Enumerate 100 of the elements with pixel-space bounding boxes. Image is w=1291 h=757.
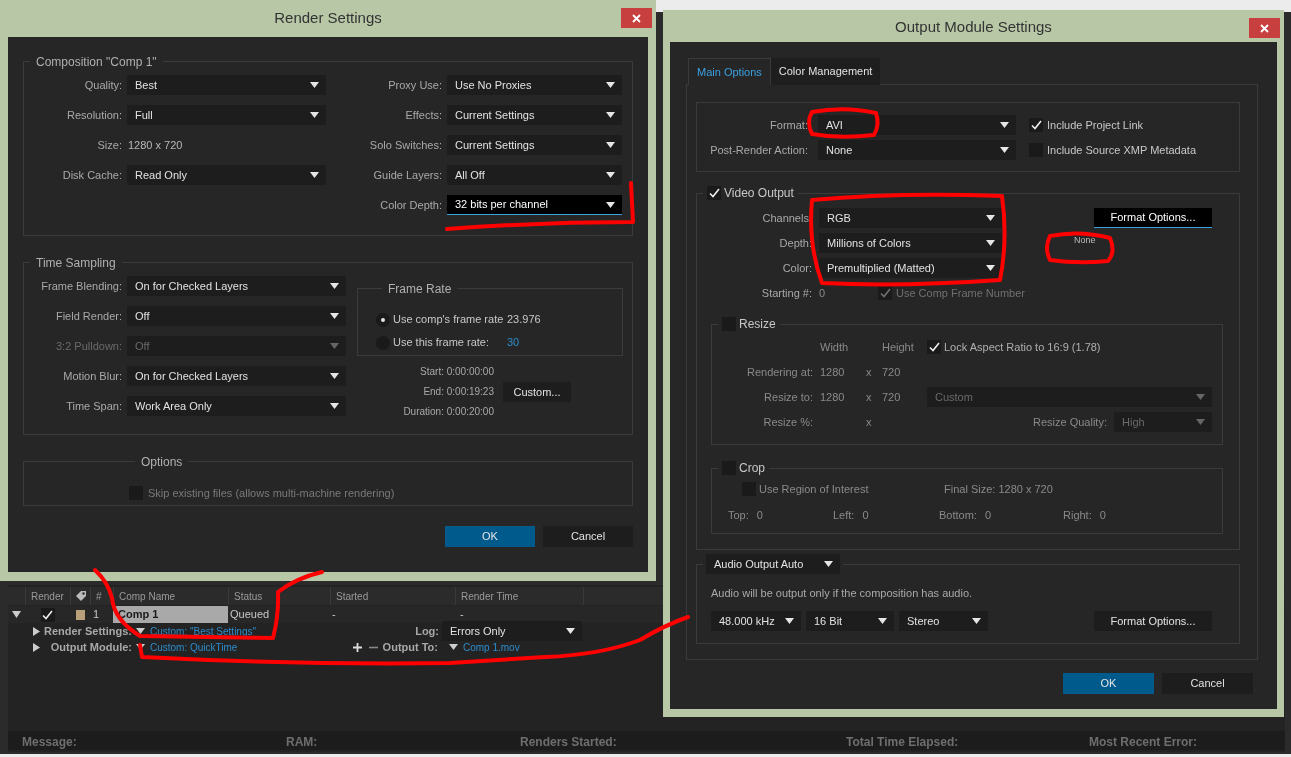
ok-button[interactable]: OK [445,526,535,547]
caret-icon [1196,419,1205,425]
dropdown[interactable]: 32 bits per channel [447,195,622,215]
dropdown[interactable]: Current Settings [447,135,622,155]
close-button[interactable] [621,8,652,28]
caret-icon [986,240,995,246]
field-label: 3:2 Pulldown: [54,338,122,354]
dropdown[interactable]: On for Checked Layers [127,276,346,296]
plus-icon[interactable] [352,641,363,653]
field-label: Post-Render Action: [709,142,808,158]
disclosure-triangle[interactable] [33,642,40,652]
field-label: Output Module: [49,639,132,655]
checkbox[interactable] [40,607,55,622]
field-value: 23.976 [507,312,541,328]
link[interactable]: Custom: "Best Settings" [150,623,402,639]
field-value: x [866,364,873,380]
dropdown[interactable]: 16 Bit [806,611,894,631]
dropdown[interactable]: None [818,140,1016,160]
caret-icon [330,373,339,379]
checkbox[interactable] [1029,118,1043,132]
caret-icon [606,201,615,208]
status-label: Message: [22,734,77,749]
dropdown[interactable]: Audio Output Auto [706,554,840,574]
dropdown[interactable]: Errors Only [442,621,582,641]
dropdown[interactable]: Use No Proxies [447,75,622,95]
caret-icon [986,215,995,221]
column-header[interactable]: Status [228,587,330,605]
custom-button[interactable]: Custom... [503,382,571,402]
field-label: Rendering at: [745,364,814,380]
field-label: Use this frame rate: [393,335,490,351]
caret-icon [1000,122,1009,128]
ok-button[interactable]: OK [1063,673,1154,694]
status-label: Most Recent Error: [1089,734,1198,749]
tag-icon [74,590,87,602]
dropdown[interactable]: Premultiplied (Matted) [819,258,1002,278]
dropdown[interactable]: Read Only [127,165,326,185]
field-label: Use comp's frame rate [393,312,505,328]
tab[interactable]: Main Options [688,58,771,85]
dropdown[interactable]: Best [127,75,326,95]
tab[interactable]: Color Management [770,58,881,85]
field-label: Right: [1063,507,1092,523]
field-label: Top: [728,507,749,523]
field-value: 720 [882,389,902,405]
caret-icon [310,112,319,118]
dropdown[interactable]: All Off [447,165,622,185]
field-label: Color Depth: [379,197,442,213]
time-readout: Start: 0:00:00:00 [420,365,494,379]
codec-label: None [1074,234,1097,247]
table-cell-text: - [331,607,337,623]
disclosure-triangle[interactable] [12,611,21,618]
dropdown[interactable]: Work Area Only [127,396,346,416]
dropdown[interactable]: Off [127,306,346,326]
group-title: Resize [739,316,776,333]
dropdown[interactable]: Current Settings [447,105,622,125]
dropdown[interactable]: Millions of Colors [819,233,1002,253]
close-icon [632,13,641,23]
field-label: Size: [96,137,122,153]
caret-icon [606,142,615,148]
caret-icon [1000,147,1009,153]
column-header[interactable]: Render [25,587,70,605]
checkbox[interactable] [927,340,941,354]
column-header[interactable]: Started [330,587,455,605]
caret-icon [606,112,615,118]
field-label: Time Span: [65,398,122,414]
dropdown[interactable]: RGB [819,208,1002,228]
format-options-button[interactable]: Format Options... [1094,611,1212,631]
checkbox[interactable] [707,186,721,200]
dropdown[interactable]: On for Checked Layers [127,366,346,386]
cancel-button[interactable]: Cancel [1162,673,1253,694]
disclosure-triangle[interactable] [33,626,40,636]
dropdown[interactable]: AVI [818,115,1016,135]
field-label: Field Render: [54,308,122,324]
field-label: Starting #: [760,285,812,301]
radio-button[interactable] [376,312,390,327]
close-button[interactable] [1249,18,1280,38]
column-header[interactable]: Comp Name [113,587,228,605]
field-label: Render Settings: [43,623,132,639]
field-value: 1280 [820,364,846,380]
caret-icon [566,628,575,634]
caret-icon [972,618,981,624]
table-cell-text: Queued [229,607,271,623]
column-header[interactable]: Render Time [455,587,583,605]
cancel-button[interactable]: Cancel [543,526,633,547]
value-field[interactable]: 30 [507,334,520,351]
dropdown[interactable]: 48.000 kHz [711,611,801,631]
link[interactable]: Custom: QuickTime [150,639,350,655]
caret-icon [330,283,339,289]
caret-icon [1196,394,1205,400]
field-label: Quality: [83,77,122,93]
field-label: Disk Cache: [61,167,122,183]
group-title: Video Output [724,185,794,202]
field-label: Skip existing files (allows multi-machine rendering) [148,486,395,501]
format-options-button[interactable]: Format Options... [1094,208,1212,228]
column-header[interactable]: # [90,587,113,605]
group-title: Crop [739,460,765,477]
status-label: Total Time Elapsed: [846,734,959,749]
label-color-swatch[interactable] [75,609,85,620]
dropdown[interactable]: Stereo [899,611,988,631]
link[interactable]: Comp 1.mov [463,639,520,655]
dropdown[interactable]: Full [127,105,326,125]
